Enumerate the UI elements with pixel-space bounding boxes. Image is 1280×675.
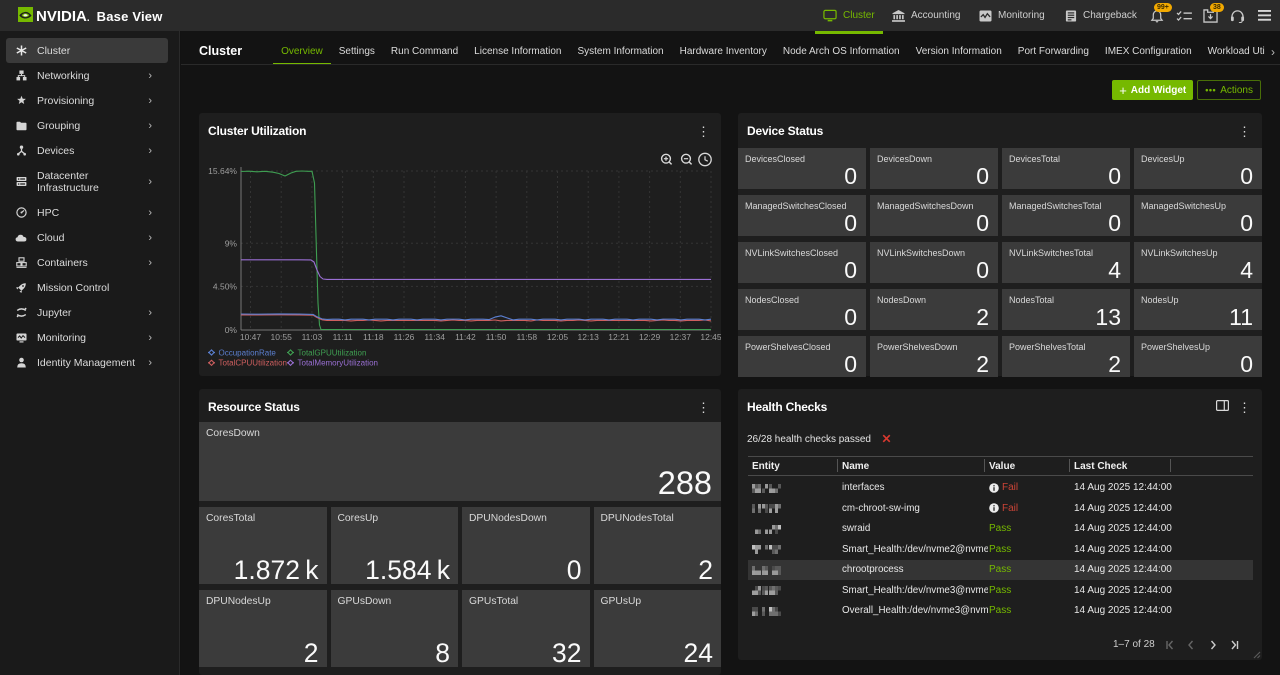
svg-text:TotalGPUUtilization: TotalGPUUtilization <box>298 348 367 357</box>
svg-text:15.64%: 15.64% <box>208 166 237 176</box>
svg-text:11:03: 11:03 <box>302 332 323 342</box>
svg-text:11:11: 11:11 <box>333 332 353 342</box>
svg-text:12:29: 12:29 <box>639 332 661 342</box>
svg-text:11:58: 11:58 <box>516 332 537 342</box>
svg-text:12:05: 12:05 <box>547 332 569 342</box>
svg-text:10:47: 10:47 <box>240 332 262 342</box>
svg-text:4.50%: 4.50% <box>213 281 238 291</box>
svg-text:0%: 0% <box>225 325 238 335</box>
svg-text:9%: 9% <box>225 238 238 248</box>
svg-text:12:45: 12:45 <box>700 332 721 342</box>
svg-text:11:26: 11:26 <box>394 332 415 342</box>
svg-text:OccupationRate: OccupationRate <box>219 348 277 357</box>
svg-text:12:13: 12:13 <box>578 332 600 342</box>
svg-text:12:21: 12:21 <box>608 332 630 342</box>
svg-text:11:34: 11:34 <box>424 332 445 342</box>
svg-text:TotalCPUUtilization: TotalCPUUtilization <box>219 359 287 368</box>
svg-text:11:18: 11:18 <box>363 332 384 342</box>
svg-text:10:55: 10:55 <box>271 332 293 342</box>
svg-text:11:50: 11:50 <box>486 332 507 342</box>
svg-text:11:42: 11:42 <box>455 332 476 342</box>
svg-text:12:37: 12:37 <box>670 332 692 342</box>
svg-text:TotalMemoryUtilization: TotalMemoryUtilization <box>298 359 378 368</box>
